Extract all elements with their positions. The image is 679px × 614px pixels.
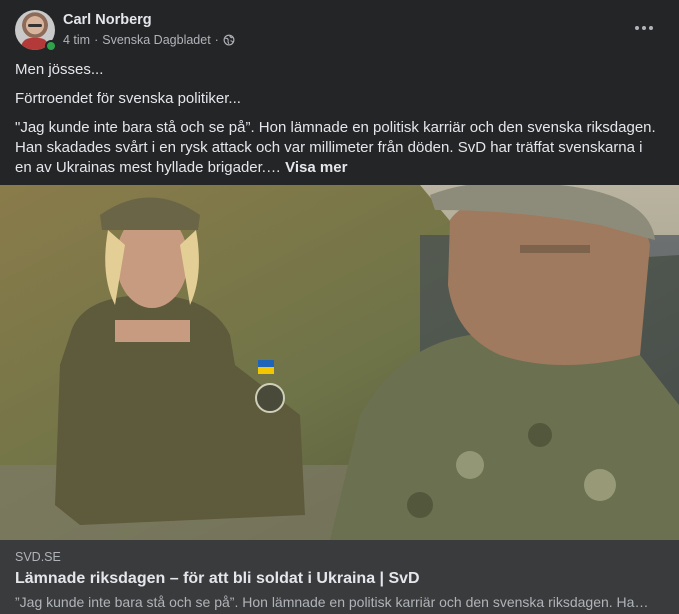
feed-post: Carl Norberg 4 tim · Svenska Dagbladet ·… — [0, 0, 679, 614]
post-time[interactable]: 4 tim — [63, 33, 90, 47]
link-title[interactable]: Lämnade riksdagen – för att bli soldat i… — [15, 570, 420, 588]
post-meta: 4 tim · Svenska Dagbladet · — [63, 33, 235, 47]
link-domain: SVD.SE — [15, 550, 61, 564]
globe-icon — [223, 34, 235, 46]
post-header: Carl Norberg 4 tim · Svenska Dagbladet · — [15, 10, 669, 52]
link-description: ”Jag kunde inte bara stå och se på”. Hon… — [15, 594, 655, 610]
meta-separator-2: · — [214, 33, 219, 47]
online-status-icon — [45, 40, 57, 52]
see-more-link[interactable]: Visa mer — [285, 159, 347, 176]
post-text: Men jösses... Förtroendet för svenska po… — [15, 60, 661, 187]
more-options-icon[interactable] — [633, 18, 655, 38]
link-preview[interactable]: SVD.SE Lämnade riksdagen – för att bli s… — [0, 540, 679, 614]
post-image-illustration — [0, 185, 679, 540]
avatar-glasses — [28, 24, 42, 27]
post-paragraph-1: Men jösses... — [15, 61, 104, 78]
post-image[interactable] — [0, 185, 679, 540]
post-paragraph-2: Förtroendet för svenska politiker... — [15, 90, 241, 107]
post-paragraph-3: "Jag kunde inte bara stå och se på”. Hon… — [15, 118, 661, 178]
author-name[interactable]: Carl Norberg — [63, 12, 152, 28]
group-name[interactable]: Svenska Dagbladet — [102, 33, 210, 47]
meta-separator: · — [94, 33, 99, 47]
